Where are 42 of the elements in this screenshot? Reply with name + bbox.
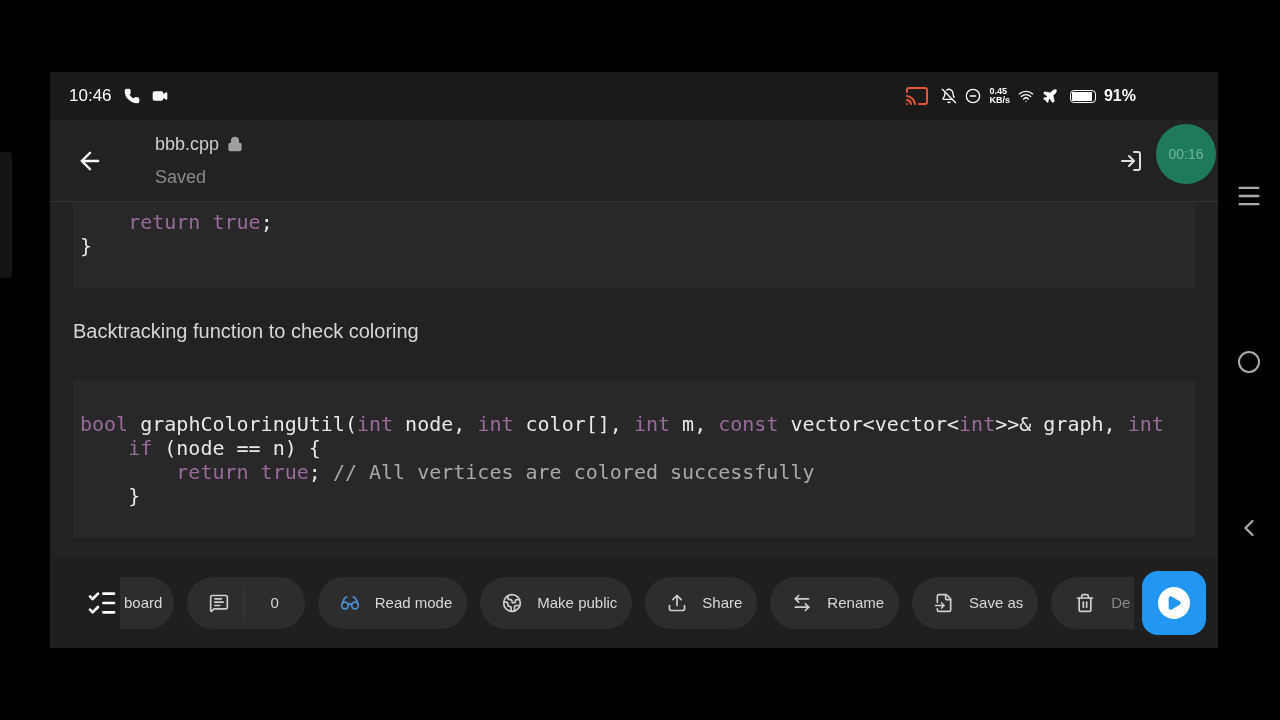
clock: 10:46 [69,85,112,108]
exit-button[interactable] [1119,148,1143,173]
toolbar-button[interactable]: Read mode [317,577,468,629]
share-icon [667,593,688,613]
code-line: if (node == n) { [127,436,322,460]
code-line: } [79,234,94,258]
globe-icon [502,593,523,613]
battery-icon [1069,89,1096,103]
play-icon [1166,595,1182,611]
code-line: bool graphColoringUtil(int node, int color[], int m, const vector<vector<int>>& graph, int [79,412,1165,436]
save-status: Saved [155,165,208,189]
do-not-disturb-icon [965,88,982,104]
airplane-icon [1041,88,1058,104]
file-name: bbb.cpp [155,132,220,156]
comment-count: 0 [269,592,280,613]
code-line: } [127,484,142,508]
toolbar-button[interactable]: Rename [770,577,900,629]
trash-icon [1075,593,1096,613]
circle-icon [1237,350,1261,374]
save-as-icon [934,593,955,613]
network-speed: 0.45 [989,87,1008,96]
paragraph: Backtracking function to check coloring [73,319,420,344]
battery-percent: 91% [1103,86,1136,106]
home-button[interactable] [1237,350,1261,374]
toolbar-button[interactable]: Share [645,577,758,629]
toolbar-button[interactable]: board [120,577,175,629]
video-camera-icon [151,88,168,104]
comments-button[interactable]: 0 [187,577,305,629]
glasses-icon [339,593,360,613]
exit-icon [1119,148,1143,173]
comment-icon [209,593,230,613]
code-line: return true; // All vertices are colored successfully [175,460,816,484]
phone-icon [123,88,140,104]
run-button[interactable] [1142,571,1206,635]
wifi-icon [1017,88,1034,104]
toolbar-button[interactable]: Make public [480,577,633,629]
delete-button[interactable]: De [1051,577,1135,629]
network-unit: KB/s [989,96,1010,105]
toolbar-button[interactable]: Save as [912,577,1039,629]
bell-off-icon [941,88,958,104]
cast-icon [905,84,930,108]
code-line: return true; [127,210,274,234]
